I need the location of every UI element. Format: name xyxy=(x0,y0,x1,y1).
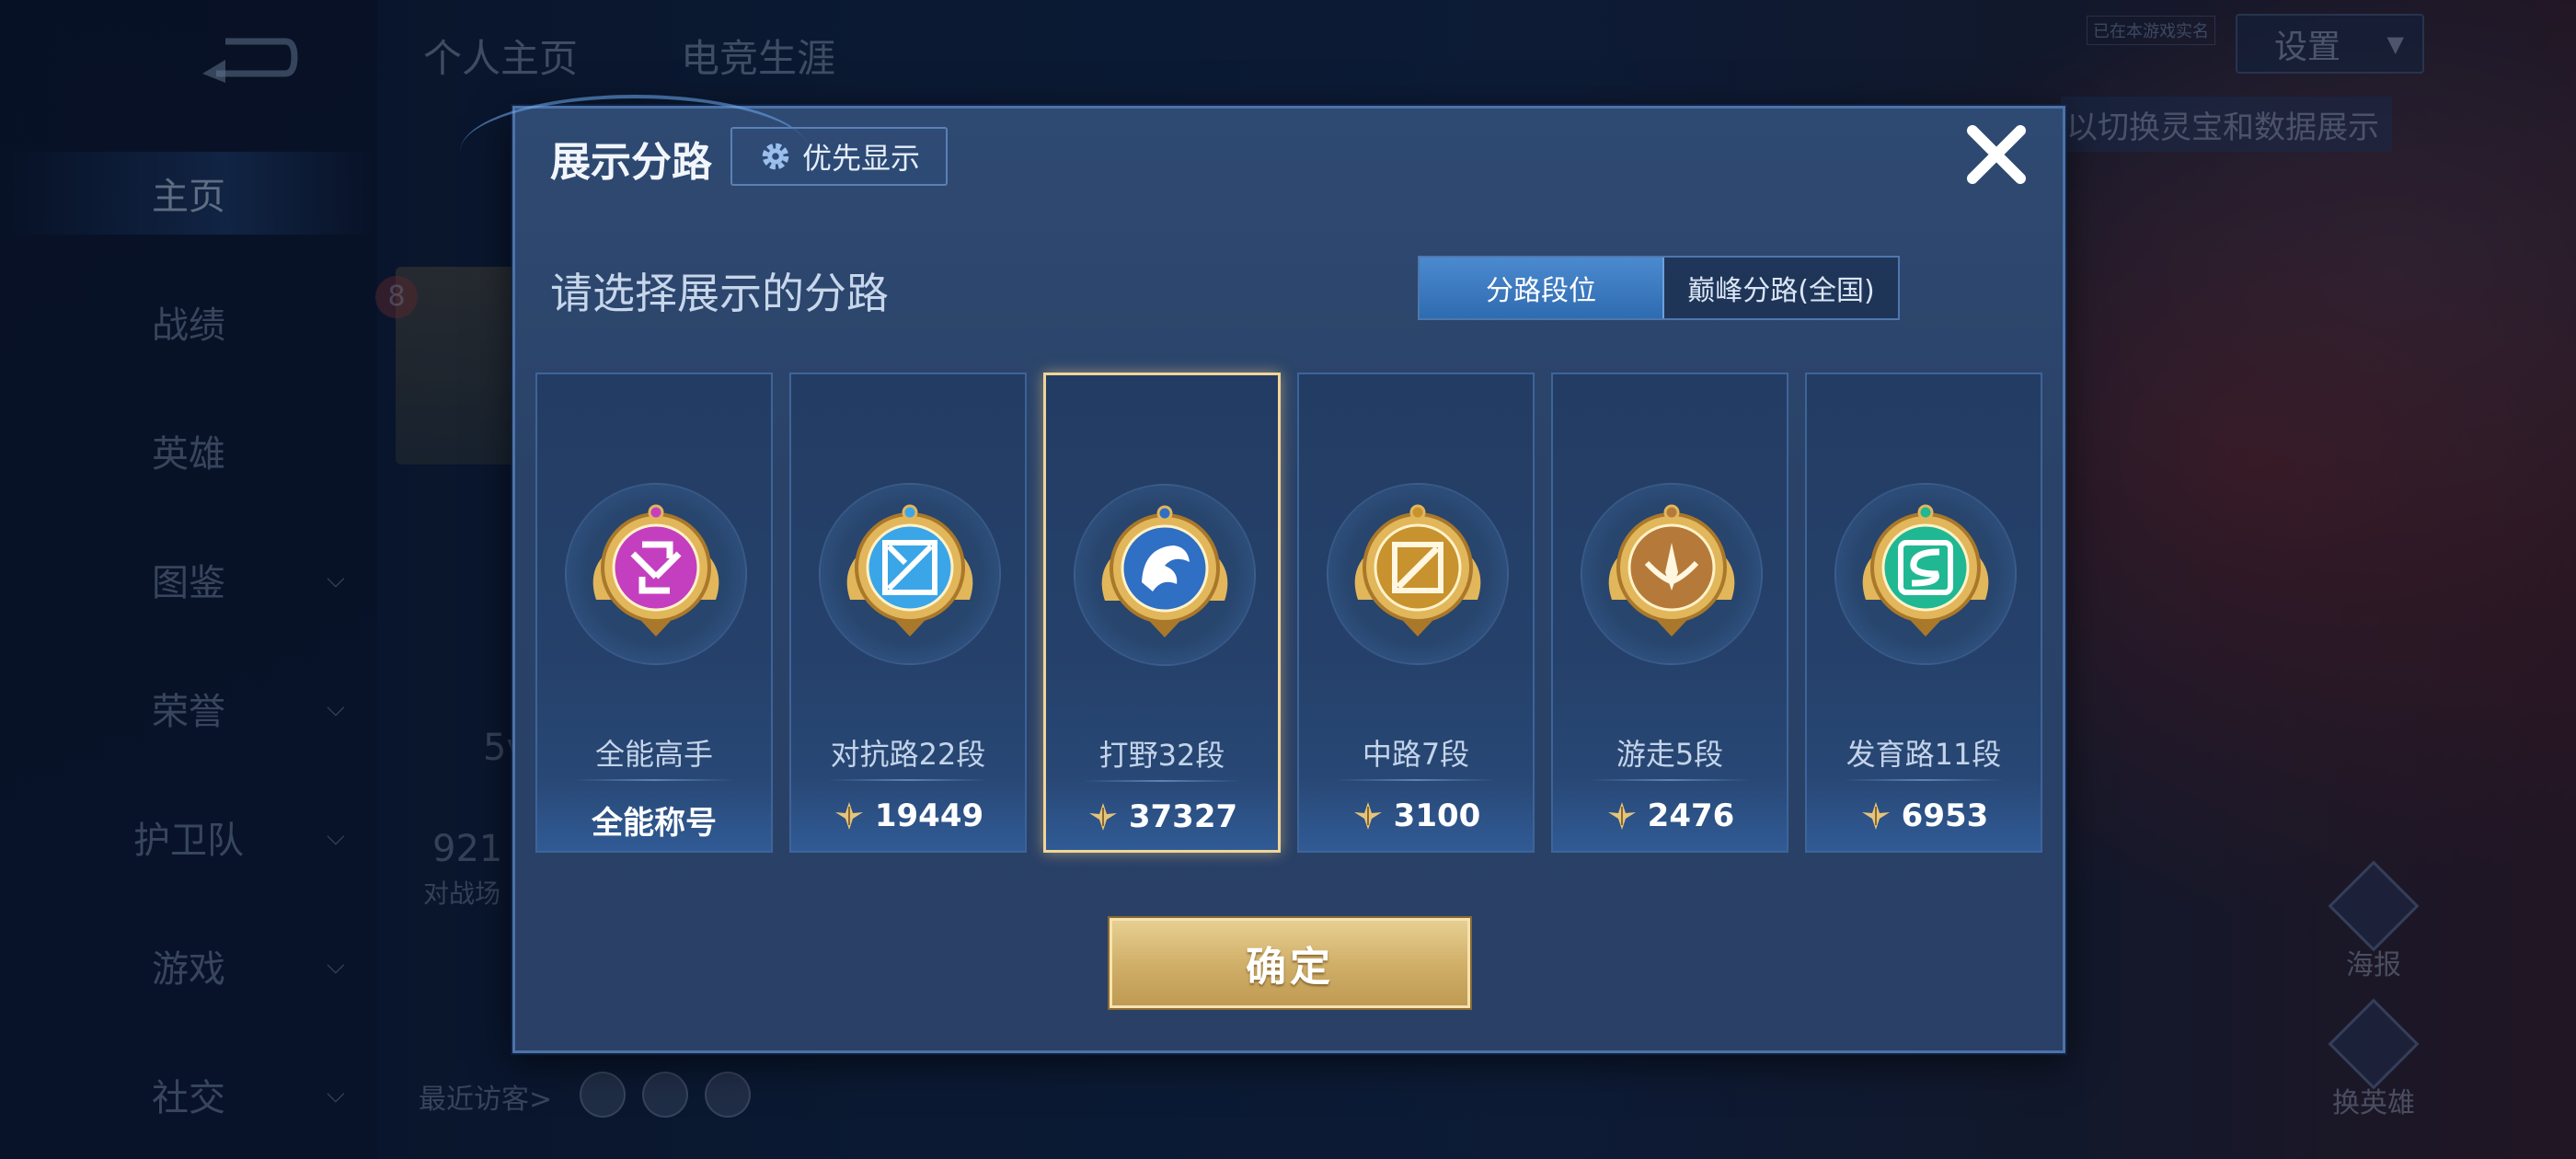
lane-score: 3100 xyxy=(1299,798,1533,834)
power-score-icon xyxy=(834,802,863,830)
all-round-emblem-icon xyxy=(592,504,719,637)
roam-emblem-icon xyxy=(1608,504,1735,637)
power-score-icon xyxy=(1353,802,1382,830)
lane-score-value: 全能称号 xyxy=(592,805,717,842)
card-divider xyxy=(1844,779,2004,781)
dialog-subtitle: 请选择展示的分路 xyxy=(550,269,889,318)
lane-score: 19449 xyxy=(791,798,1025,834)
card-divider xyxy=(1083,780,1241,782)
lane-rank-label: 中路7段 xyxy=(1362,737,1470,772)
lane-score: 全能称号 xyxy=(537,798,771,843)
lane-card[interactable]: 发育路11段 6953 xyxy=(1805,373,2042,853)
lane-card[interactable]: 中路7段 3100 xyxy=(1297,373,1535,853)
gear-icon xyxy=(762,143,789,170)
lane-rank-label: 发育路11段 xyxy=(1846,737,2002,772)
lane-rank-label: 游走5段 xyxy=(1616,737,1724,772)
display-lane-dialog: 展示分路 优先显示 请选择展示的分路 分路段位 巅峰分路(全国) 全能高手全能称… xyxy=(460,95,2065,1053)
lane-score-value: 37327 xyxy=(1128,798,1238,835)
lane-card[interactable]: 对抗路22段 19449 xyxy=(789,373,1027,853)
lane-card[interactable]: 游走5段 2476 xyxy=(1551,373,1788,853)
lane-mode-toggle: 分路段位 巅峰分路(全国) xyxy=(1418,256,1900,320)
card-divider xyxy=(1590,779,1750,781)
clash-lane-emblem-icon xyxy=(846,504,973,637)
lane-card[interactable]: 打野32段 37327 xyxy=(1043,373,1281,853)
farm-lane-emblem-icon xyxy=(1862,504,1989,637)
lane-rank-label: 对抗路22段 xyxy=(830,737,986,772)
mid-lane-emblem-icon xyxy=(1354,504,1481,637)
toggle-lane-rank[interactable]: 分路段位 xyxy=(1420,258,1664,318)
lane-rank-label: 全能高手 xyxy=(594,737,713,772)
lane-score-value: 3100 xyxy=(1393,798,1481,834)
lane-rank-label: 打野32段 xyxy=(1098,738,1225,773)
lane-score: 37327 xyxy=(1046,798,1278,835)
card-divider xyxy=(574,779,734,781)
power-score-icon xyxy=(1861,802,1890,830)
lane-card-list: 全能高手 全能称号 对抗路22段 19449 打野32段 37327 中路7段 3100 游走5… xyxy=(535,373,2044,853)
power-score-icon xyxy=(1088,803,1117,831)
power-score-icon xyxy=(1607,802,1636,830)
priority-display-label: 优先显示 xyxy=(801,141,920,176)
lane-score-value: 2476 xyxy=(1647,798,1735,834)
confirm-button[interactable]: 确定 xyxy=(1110,918,1470,1008)
close-icon[interactable] xyxy=(1960,118,2033,191)
priority-display-button[interactable]: 优先显示 xyxy=(730,127,948,186)
dialog-title: 展示分路 xyxy=(550,139,712,186)
lane-score-value: 19449 xyxy=(874,798,984,834)
toggle-peak-lane[interactable]: 巅峰分路(全国) xyxy=(1664,258,1898,318)
card-divider xyxy=(828,779,988,781)
jungle-emblem-icon xyxy=(1101,505,1228,637)
lane-score-value: 6953 xyxy=(1901,798,1989,834)
lane-score: 2476 xyxy=(1553,798,1787,834)
lane-card[interactable]: 全能高手 全能称号 xyxy=(535,373,773,853)
card-divider xyxy=(1336,779,1496,781)
lane-score: 6953 xyxy=(1807,798,2041,834)
